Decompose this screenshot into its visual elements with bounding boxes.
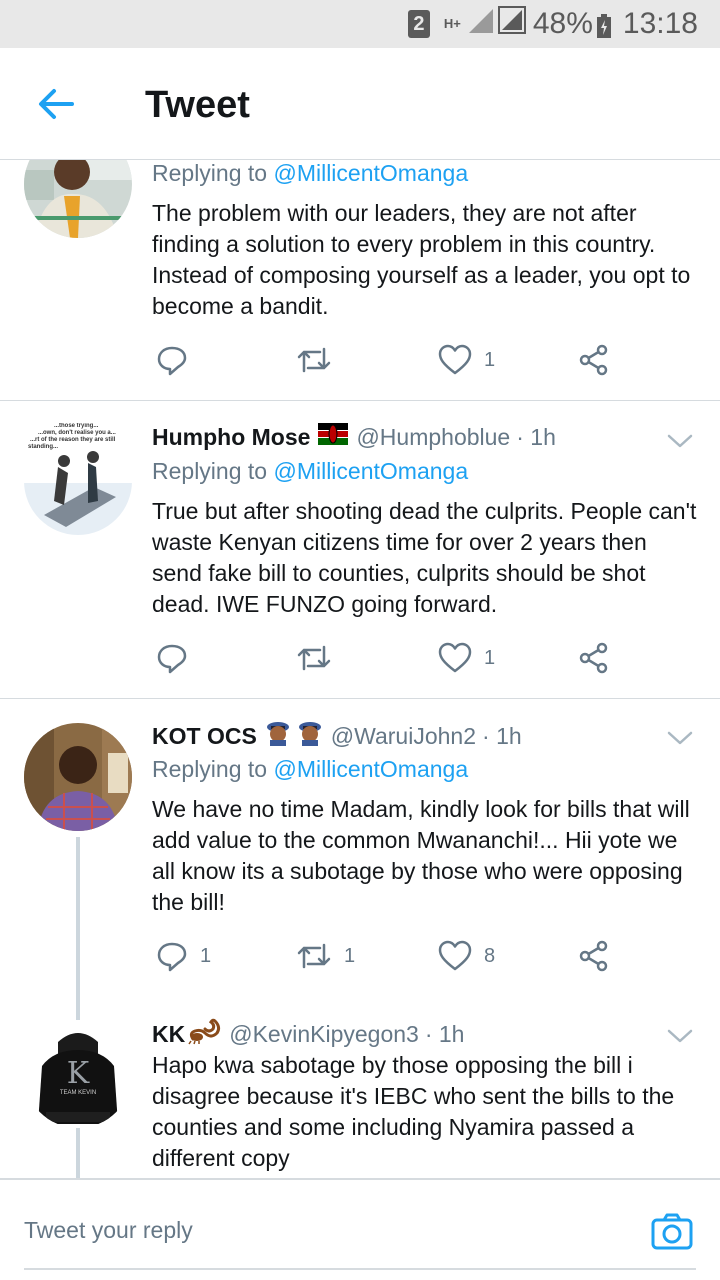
heart-icon [438,642,472,673]
reply-button[interactable] [156,340,200,380]
heart-icon [438,344,472,375]
tweet[interactable]: Replying to @MillicentOmanga The problem… [0,160,720,400]
network-type: H+ [443,16,461,31]
tweet-text: We have no time Madam, kindly look for b… [152,796,690,915]
avatar-caption-line: ...own, don't realise you a... [38,430,116,436]
camera-icon [651,1213,693,1250]
like-button[interactable]: 1 [438,340,495,380]
tweet-text: Hapo kwa sabotage by those opposing the … [152,1052,675,1171]
share-icon [579,642,608,674]
share-button[interactable] [578,638,610,678]
author-row: Humpho Mose @Humphoblue · 1h [152,419,556,455]
tweet-actions: 1 [152,340,622,380]
like-button[interactable]: 1 [438,638,495,678]
more-options-button[interactable] [664,425,696,457]
share-icon [579,940,608,972]
signal-icon [467,5,527,43]
author-name[interactable]: Humpho Mose [152,424,310,451]
author-handle[interactable]: @WaruiJohn2 [331,723,476,750]
divider [0,698,720,699]
page-title: Tweet [145,84,250,126]
author-handle[interactable]: @Humphoblue [356,424,510,451]
share-button[interactable] [578,340,610,380]
heart-icon [438,940,472,971]
tweet-actions: 1 1 8 [152,936,622,976]
replying-prefix: Replying to [152,756,268,782]
avatar-caption-line: standing... [28,444,58,450]
app-header: Tweet [0,48,720,160]
timestamp: · 1h [482,722,522,749]
chevron-down-icon [667,434,693,448]
avatar-logo-text: TEAM KEVIN [59,1090,97,1096]
author-name[interactable]: KK [152,1021,185,1048]
camera-button[interactable] [650,1210,694,1254]
more-options-button[interactable] [664,722,696,754]
back-button[interactable] [34,82,78,126]
retweet-button[interactable]: 1 [296,936,355,976]
reply-icon [157,346,187,376]
battery-icon [596,12,611,38]
retweet-icon [297,943,331,969]
clock: 13:18 [622,7,698,40]
avatar[interactable]: K TEAM KEVIN [24,1020,132,1128]
thread-line [76,1136,80,1178]
avatar-logo-letter: K [66,1056,90,1091]
share-button[interactable] [578,936,610,976]
avatar-caption-line: ...those trying... [54,423,99,429]
police-officer-icon [265,720,323,752]
like-count: 8 [484,944,496,967]
author-row: KK @KevinKipyegon3 · 1h [152,1016,464,1052]
replying-to: Replying to @MillicentOmanga [152,756,468,783]
replying-to: Replying to @MillicentOmanga [152,160,468,187]
mention-link[interactable]: @MillicentOmanga [273,756,468,782]
mention-link[interactable]: @MillicentOmanga [273,458,468,484]
author-row: KOT OCS @WaruiJohn2 · 1h [152,718,522,754]
reply-button[interactable]: 1 [156,936,211,976]
kenya-flag-icon [318,423,349,451]
avatar[interactable] [24,723,132,831]
avatar-caption: ...those trying... ...own, don't realise… [24,423,132,451]
more-options-button[interactable] [664,1020,696,1052]
sim-indicator: 2 [407,10,430,38]
like-count: 1 [484,646,496,669]
arrow-left-icon [39,89,74,119]
retweet-button[interactable] [296,638,344,678]
like-count: 1 [484,348,496,371]
scorpion-icon [187,1017,221,1051]
reply-icon [157,644,187,674]
reply-count: 1 [200,944,212,967]
avatar-caption-line: ...rt of the reason they are still [30,437,116,443]
chevron-down-icon [667,731,693,745]
replying-prefix: Replying to [152,160,268,186]
timestamp: · 1h [516,423,556,450]
chevron-down-icon [667,1029,693,1043]
author-name[interactable]: KOT OCS [152,723,257,750]
author-handle[interactable]: @KevinKipyegon3 [229,1021,419,1048]
mention-link[interactable]: @MillicentOmanga [273,160,468,186]
retweet-button[interactable] [296,340,344,380]
input-underline [24,1268,696,1270]
tweet-text: True but after shooting dead the culprit… [152,498,697,617]
reply-button[interactable] [156,638,200,678]
reply-feed[interactable]: Replying to @MillicentOmanga The problem… [0,160,720,1178]
share-icon [579,344,608,376]
timestamp: · 1h [424,1020,465,1047]
replying-prefix: Replying to [152,458,268,484]
retweet-count: 1 [344,944,356,967]
tweet-actions: 1 [152,638,622,678]
reply-icon [157,942,187,972]
reply-input[interactable]: Tweet your reply [24,1198,624,1262]
battery-percent: 48% [532,7,593,40]
retweet-icon [297,645,331,671]
replying-to: Replying to @MillicentOmanga [152,458,468,485]
retweet-icon [297,347,331,373]
status-bar: 2 H+ 48% 13:18 [0,0,720,48]
avatar[interactable] [24,160,132,238]
tweet-text: The problem with our leaders, they are n… [152,200,691,319]
like-button[interactable]: 8 [438,936,495,976]
reply-composer: Tweet your reply [0,1178,720,1280]
